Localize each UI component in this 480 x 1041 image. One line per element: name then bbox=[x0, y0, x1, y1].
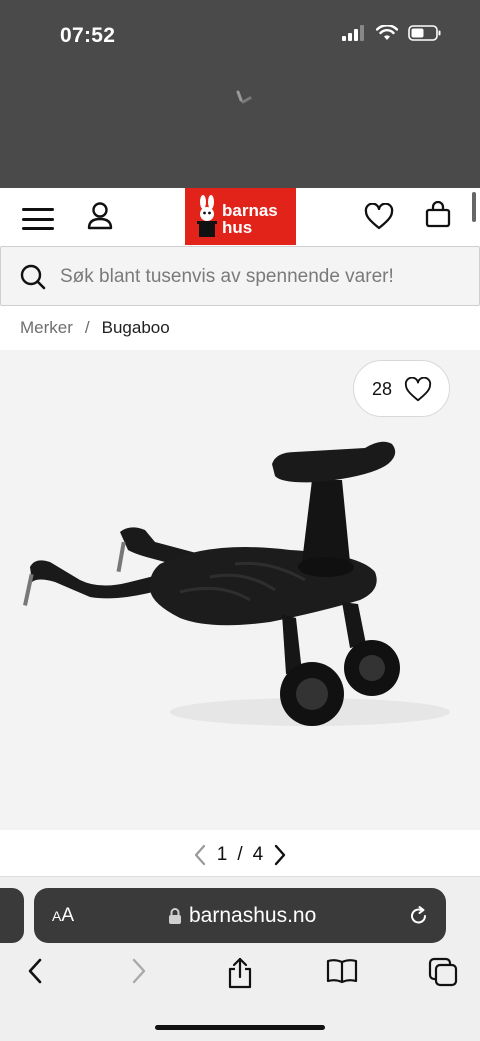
wishlist-count-button[interactable]: 28 bbox=[353, 360, 450, 417]
signal-icon bbox=[342, 25, 364, 41]
search-icon bbox=[20, 264, 46, 290]
chevron-right-icon bbox=[132, 958, 146, 984]
product-gallery[interactable]: 28 bbox=[0, 350, 480, 830]
bunny-logo-icon bbox=[197, 195, 217, 237]
status-time: 07:52 bbox=[60, 24, 116, 47]
site-logo[interactable]: barnas hus bbox=[185, 188, 296, 245]
url-text: barnashus.no bbox=[189, 904, 317, 927]
logo-text: barnas hus bbox=[222, 202, 278, 236]
browser-toolbar: AA barnashus.no bbox=[0, 876, 480, 1041]
product-image bbox=[23, 441, 450, 726]
previous-tab-edge[interactable] bbox=[0, 888, 24, 943]
menu-icon bbox=[22, 208, 54, 211]
search-input[interactable]: Søk blant tusenvis av spennende varer! bbox=[60, 266, 394, 288]
share-icon bbox=[228, 957, 252, 989]
wishlist-count: 28 bbox=[372, 379, 393, 399]
chevron-right-icon[interactable] bbox=[273, 844, 287, 866]
gallery-separator: / bbox=[237, 844, 243, 865]
back-button[interactable] bbox=[26, 957, 44, 990]
status-and-loading-area: 07:52 bbox=[0, 0, 480, 188]
bookmarks-button[interactable] bbox=[326, 957, 358, 990]
breadcrumb-parent[interactable]: Merker bbox=[20, 318, 73, 338]
chevron-left-icon bbox=[28, 958, 42, 984]
forward-button[interactable] bbox=[130, 957, 148, 990]
heart-icon bbox=[404, 377, 432, 402]
logo-line-2: hus bbox=[222, 218, 253, 237]
book-icon bbox=[326, 959, 358, 984]
menu-button[interactable] bbox=[22, 208, 54, 230]
address-bar[interactable]: AA barnashus.no bbox=[34, 888, 446, 943]
status-icons bbox=[342, 25, 442, 41]
text-size-button[interactable]: AA bbox=[52, 905, 74, 927]
logo-line-1: barnas bbox=[222, 201, 278, 220]
wishlist-heart-icon[interactable] bbox=[364, 203, 394, 231]
battery-icon bbox=[408, 25, 441, 41]
shopping-bag-icon[interactable] bbox=[424, 201, 452, 229]
chevron-left-icon[interactable] bbox=[193, 844, 207, 866]
site-header: barnas hus bbox=[0, 188, 480, 246]
breadcrumb-separator: / bbox=[84, 318, 90, 337]
home-indicator[interactable] bbox=[155, 1025, 325, 1030]
wifi-icon bbox=[376, 25, 398, 40]
browser-nav-bar bbox=[0, 957, 480, 1007]
share-button[interactable] bbox=[226, 957, 254, 994]
tabs-icon bbox=[428, 957, 458, 987]
search-bar[interactable]: Søk blant tusenvis av spennende varer! bbox=[0, 246, 480, 306]
breadcrumb: Merker / Bugaboo bbox=[20, 318, 170, 338]
text-size-small-label: A bbox=[52, 908, 62, 924]
tabs-button[interactable] bbox=[428, 957, 458, 992]
breadcrumb-current: Bugaboo bbox=[101, 318, 170, 337]
gallery-pager: 1 / 4 bbox=[0, 835, 480, 875]
text-size-large-label: A bbox=[61, 905, 75, 926]
reload-icon[interactable] bbox=[408, 905, 430, 927]
gallery-current: 1 bbox=[216, 844, 228, 865]
loading-spinner-icon bbox=[236, 90, 252, 104]
lock-icon bbox=[169, 908, 181, 924]
page-scrollbar[interactable] bbox=[472, 192, 476, 222]
account-icon[interactable] bbox=[86, 201, 114, 231]
gallery-total: 4 bbox=[252, 844, 264, 865]
